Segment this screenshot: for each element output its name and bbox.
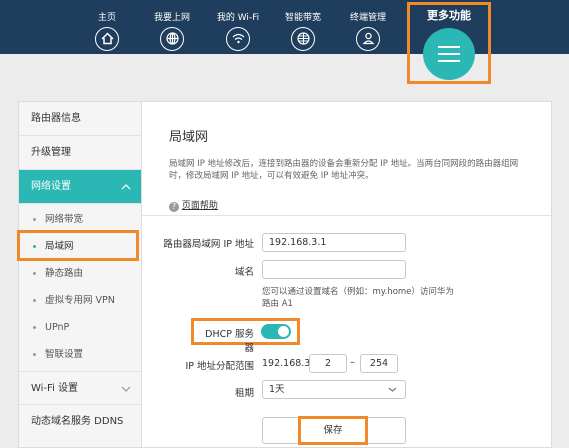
lease-value: 1天: [269, 384, 285, 395]
globe-icon: [160, 27, 184, 51]
sidebar-sub-static-route[interactable]: 静态路由: [19, 260, 141, 287]
chevron-down-icon: [388, 387, 397, 392]
nav-internet[interactable]: 我要上网: [137, 12, 207, 51]
page-title: 局域网: [169, 130, 209, 145]
sidebar-item-upgrade[interactable]: 升级管理: [19, 136, 141, 170]
page-help-link[interactable]: ? 页面帮助: [169, 198, 218, 212]
home-icon: [95, 27, 119, 51]
nav-more-functions[interactable]: 更多功能: [407, 2, 491, 84]
nav-bandwidth[interactable]: 智能带宽: [268, 12, 338, 51]
highlight-lan: [17, 230, 139, 261]
range-dash: –: [350, 357, 355, 368]
nav-terminal-label: 终端管理: [349, 13, 386, 23]
sidebar-item-wifi[interactable]: Wi-Fi 设置: [19, 371, 141, 405]
sidebar-item-network[interactable]: 网络设置: [19, 170, 141, 204]
nav-bandwidth-label: 智能带宽: [284, 13, 321, 23]
wifi-icon: [226, 27, 250, 51]
sidebar: 路由器信息 升级管理 网络设置 网络带宽 局域网 静态路由 虚拟专用网 VPN …: [18, 101, 142, 448]
domain-hint: 您可以通过设置域名（例如：my.home）访问华为路由 A1: [262, 287, 454, 309]
chevron-up-icon: [121, 184, 131, 190]
nav-wifi-label: 我的 Wi-Fi: [216, 13, 260, 23]
top-nav: 主页 我要上网 我的 Wi-Fi 智能带宽 终端管理 更多功能: [0, 0, 569, 84]
nav-terminal[interactable]: 终端管理: [333, 12, 403, 51]
ip-input[interactable]: 192.168.3.1: [262, 233, 406, 252]
sidebar-item-router-info[interactable]: 路由器信息: [19, 102, 141, 136]
page-description: 局域网 IP 地址修改后，连接到路由器的设备会重新分配 IP 地址。当两台同网段…: [169, 159, 519, 181]
nav-more-label: 更多功能: [427, 9, 471, 22]
lease-label: 租期: [234, 388, 254, 399]
help-icon: ?: [169, 202, 179, 212]
sidebar-sub-bandwidth[interactable]: 网络带宽: [19, 206, 141, 233]
nav-home-label: 主页: [97, 13, 116, 23]
dhcp-toggle[interactable]: [261, 324, 291, 339]
ip-label: 路由器局域网 IP 地址: [163, 239, 254, 250]
domain-label: 域名: [234, 267, 254, 278]
save-button[interactable]: 保存: [301, 419, 365, 442]
bandwidth-globe-icon: [291, 27, 315, 51]
nav-home[interactable]: 主页: [72, 12, 142, 51]
sidebar-item-ddns[interactable]: 动态域名服务 DDNS: [19, 405, 141, 439]
domain-input[interactable]: [262, 260, 406, 279]
sidebar-sub-upnp[interactable]: UPnP: [19, 314, 141, 341]
lease-select[interactable]: 1天: [262, 380, 406, 399]
nav-wifi[interactable]: 我的 Wi-Fi: [203, 12, 273, 51]
range-label: IP 地址分配范围: [185, 361, 254, 372]
range-start-input[interactable]: 2: [309, 354, 347, 373]
dhcp-label: DHCP 服务器: [205, 329, 254, 354]
sidebar-sub-smart-link[interactable]: 智联设置: [19, 341, 141, 368]
menu-icon[interactable]: [423, 28, 475, 80]
user-icon: [356, 27, 380, 51]
nav-internet-label: 我要上网: [153, 13, 190, 23]
divider: [142, 215, 551, 216]
range-end-input[interactable]: 254: [360, 354, 398, 373]
chevron-down-icon: [121, 386, 131, 392]
range-prefix: 192.168.3.: [262, 358, 314, 369]
toggle-knob: [278, 326, 289, 337]
sidebar-sub-vpn[interactable]: 虚拟专用网 VPN: [19, 287, 141, 314]
